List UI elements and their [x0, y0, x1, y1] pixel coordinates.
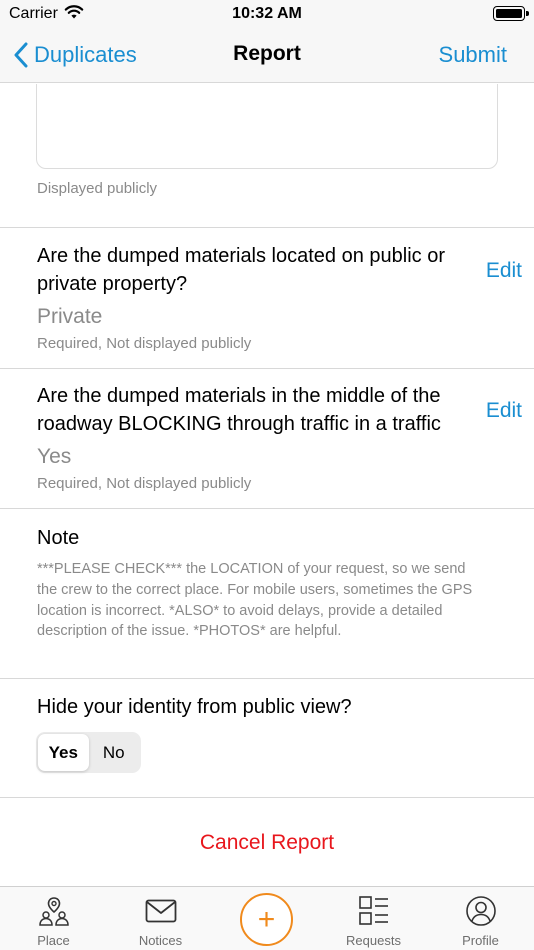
hide-identity-label: Hide your identity from public view?	[37, 696, 352, 718]
cancel-report-button[interactable]: Cancel Report	[0, 831, 534, 855]
battery-icon	[493, 6, 529, 21]
mail-icon	[107, 899, 214, 923]
question-blocking-traffic: Are the dumped materials in the middle o…	[37, 385, 441, 435]
tab-bar: Place Notices + Requests Profile	[0, 886, 534, 950]
tab-place-label: Place	[37, 933, 70, 948]
plus-icon: +	[257, 902, 276, 936]
profile-icon	[427, 895, 534, 927]
answer-blocking-traffic: Yes	[37, 445, 72, 468]
submit-button[interactable]: Submit	[439, 42, 507, 68]
clock: 10:32 AM	[232, 5, 302, 22]
tab-notices-label: Notices	[138, 933, 183, 948]
tab-profile-label: Profile	[462, 933, 499, 948]
divider	[0, 797, 534, 798]
edit-blocking-button[interactable]: Edit	[486, 399, 522, 423]
hide-identity-yes[interactable]: Yes	[38, 734, 89, 771]
tab-requests[interactable]: Requests	[320, 887, 427, 950]
status-bar: Carrier 10:32 AM	[0, 0, 534, 28]
list-icon	[320, 895, 427, 927]
tab-profile[interactable]: Profile	[427, 887, 534, 950]
question-property-type: Are the dumped materials located on publ…	[37, 245, 446, 295]
divider	[0, 368, 534, 369]
tab-requests-label: Requests	[346, 933, 401, 948]
question-blocking-helper: Required, Not displayed publicly	[37, 475, 252, 492]
hide-identity-toggle: Yes No	[36, 732, 141, 773]
note-text: ***PLEASE CHECK*** the LOCATION of your …	[37, 561, 473, 640]
navigation-bar: Duplicates Report Submit	[0, 28, 534, 83]
report-form: Displayed publicly Are the dumped materi…	[0, 84, 534, 886]
new-report-button[interactable]: +	[240, 893, 293, 946]
description-helper: Displayed publicly	[37, 180, 158, 197]
note-title: Note	[37, 527, 80, 549]
tab-notices[interactable]: Notices	[107, 887, 214, 950]
hide-identity-no[interactable]: No	[89, 734, 140, 771]
divider	[0, 678, 534, 679]
description-textarea[interactable]	[36, 84, 498, 169]
divider	[0, 508, 534, 509]
divider	[0, 227, 534, 228]
tab-place[interactable]: Place	[0, 887, 107, 950]
question-property-helper: Required, Not displayed publicly	[37, 335, 252, 352]
answer-property-type: Private	[37, 305, 103, 328]
place-icon	[0, 895, 107, 927]
edit-property-button[interactable]: Edit	[486, 259, 522, 283]
